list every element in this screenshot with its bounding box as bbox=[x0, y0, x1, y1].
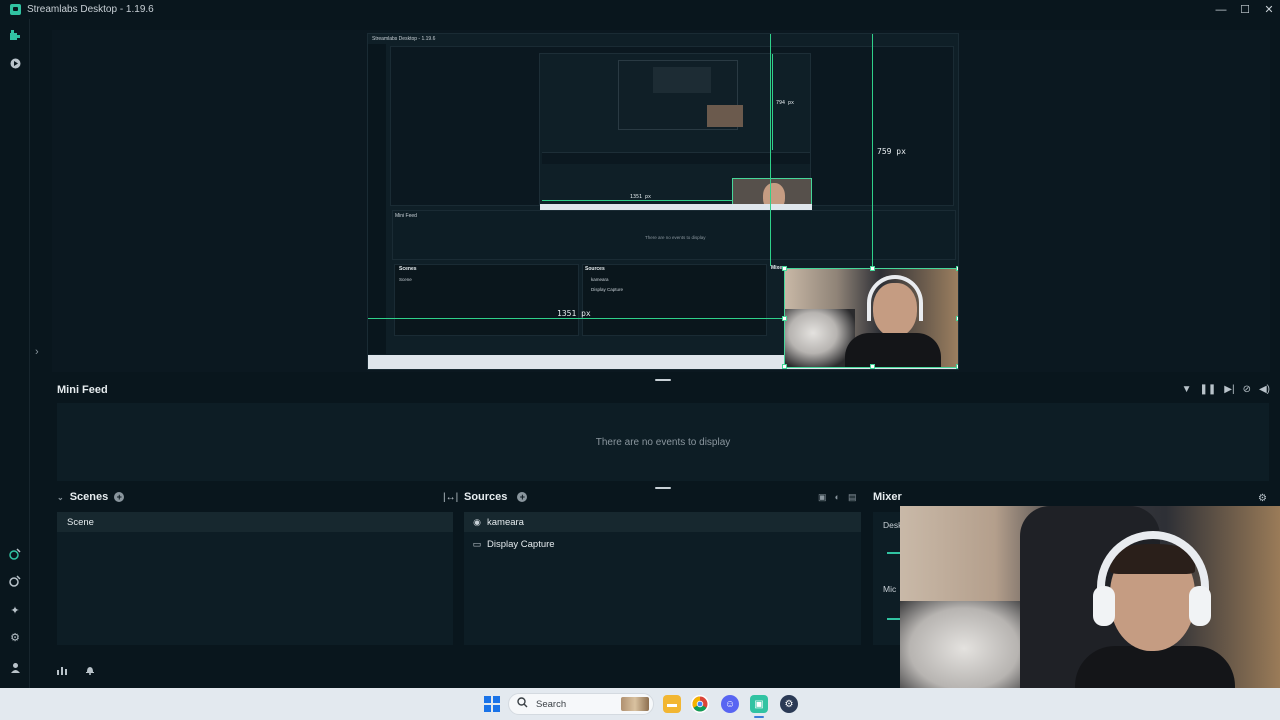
minifeed-resize-handle[interactable] bbox=[655, 487, 671, 489]
source-properties-icon[interactable]: ◐ bbox=[835, 492, 840, 503]
volume-icon[interactable]: ◀) bbox=[1259, 384, 1270, 395]
nested-sources: Sources kameara Display Capture bbox=[582, 264, 767, 336]
user-profile-icon[interactable] bbox=[8, 660, 22, 674]
pause-icon[interactable]: ❚❚ bbox=[1200, 384, 1217, 395]
deep-nested-preview bbox=[618, 60, 743, 130]
performance-stats-icon[interactable] bbox=[57, 665, 67, 678]
title-bar: Streamlabs Desktop - 1.19.6 — ☐ ✕ bbox=[0, 0, 1280, 19]
search-placeholder: Search bbox=[536, 698, 567, 710]
mixer-channel-mic: Mic bbox=[883, 584, 897, 594]
desktop-volume-meter[interactable] bbox=[887, 552, 901, 554]
resize-handle-tl[interactable] bbox=[782, 266, 787, 271]
scenes-title: Scenes bbox=[69, 491, 109, 503]
scenes-list: Scene bbox=[57, 512, 453, 645]
resize-handle-bl[interactable] bbox=[782, 364, 787, 369]
sources-toolbar: ▣ ◐ ▤ bbox=[818, 492, 856, 503]
sources-list: ◉ kameara ▭ Display Capture bbox=[464, 512, 861, 645]
preview-resize-handle[interactable] bbox=[655, 379, 671, 381]
add-scene-button[interactable]: + bbox=[114, 492, 125, 502]
resize-handle-t[interactable] bbox=[870, 266, 875, 271]
active-app-indicator bbox=[754, 716, 764, 718]
play-icon[interactable] bbox=[8, 56, 22, 70]
source-item-kameara[interactable]: ◉ kameara bbox=[464, 512, 861, 532]
nested-window-title: Streamlabs Desktop - 1.19.6 bbox=[372, 36, 436, 42]
search-icon bbox=[517, 697, 528, 711]
vertical-guide bbox=[872, 34, 873, 266]
minimize-button[interactable]: — bbox=[1210, 0, 1232, 19]
resize-handle-r[interactable] bbox=[956, 316, 958, 321]
nested-leftnav bbox=[368, 44, 386, 354]
horizontal-guide bbox=[368, 318, 784, 319]
steam-icon[interactable]: ⚙ bbox=[780, 695, 798, 713]
mixer-title: Mixer bbox=[873, 491, 902, 503]
footer-toolbar bbox=[57, 665, 95, 678]
resize-handle-b[interactable] bbox=[870, 364, 875, 369]
mute-alerts-icon[interactable]: ⊘ bbox=[1243, 384, 1251, 395]
nested-scenes: Scenes Scene bbox=[394, 264, 579, 336]
skip-icon[interactable]: ▶| bbox=[1224, 384, 1234, 395]
scene-item[interactable]: Scene bbox=[57, 512, 453, 532]
mixer-settings-gear-icon[interactable]: ⚙ bbox=[1258, 493, 1267, 504]
chrome-icon[interactable] bbox=[691, 695, 709, 713]
source-item-display-capture[interactable]: ▭ Display Capture bbox=[464, 534, 861, 554]
source-label: kameara bbox=[487, 516, 524, 528]
notifications-bell-icon[interactable] bbox=[85, 665, 95, 678]
selected-webcam-source[interactable] bbox=[784, 268, 958, 368]
apps-icon[interactable] bbox=[8, 574, 22, 588]
group-icon[interactable]: ▣ bbox=[818, 492, 827, 503]
window-controls: — ☐ ✕ bbox=[1208, 0, 1280, 19]
sources-title: Sources bbox=[464, 491, 508, 503]
collapse-chevron-icon[interactable]: ⌄ bbox=[57, 493, 64, 502]
editor-icon[interactable] bbox=[8, 29, 22, 43]
mixer-panel: Desk Mic bbox=[873, 512, 903, 645]
nested-preview: 794 px 1351 px bbox=[390, 46, 954, 224]
minifeed-panel: There are no events to display bbox=[57, 403, 1269, 481]
display-capture-preview[interactable]: Streamlabs Desktop - 1.19.6 794 px 1351 … bbox=[367, 33, 959, 370]
resize-handle-tr[interactable] bbox=[956, 266, 958, 271]
measure-width-label: 1351 px bbox=[557, 309, 591, 318]
minifeed-empty-text: There are no events to display bbox=[595, 436, 731, 448]
resize-handle-l[interactable] bbox=[782, 316, 787, 321]
stream-preview[interactable]: Streamlabs Desktop - 1.19.6 794 px 1351 … bbox=[52, 30, 1270, 372]
search-highlight-icon bbox=[621, 697, 649, 711]
scene-label: Scene bbox=[67, 516, 94, 528]
scene-transitions-icon[interactable]: |↔| bbox=[443, 492, 458, 503]
sources-header: Sources + bbox=[464, 491, 528, 503]
settings-gear-icon[interactable]: ⚙ bbox=[8, 630, 22, 644]
scenes-header: ⌄ Scenes + bbox=[57, 491, 125, 503]
mixer-header: Mixer bbox=[873, 491, 902, 503]
resize-handle-br[interactable] bbox=[956, 364, 958, 369]
filter-icon[interactable]: ▼ bbox=[1182, 384, 1192, 395]
expand-chevron-icon[interactable]: › bbox=[35, 346, 39, 358]
streamlabs-logo-icon bbox=[10, 4, 21, 15]
window-title: Streamlabs Desktop - 1.19.6 bbox=[27, 4, 154, 15]
nested-measure-width: 1351 px bbox=[630, 194, 652, 200]
folder-icon[interactable]: ▤ bbox=[848, 492, 857, 503]
minifeed-toolbar: ▼ ❚❚ ▶| ⊘ ◀) bbox=[1182, 384, 1270, 395]
add-source-button[interactable]: + bbox=[517, 492, 528, 502]
minifeed-title: Mini Feed bbox=[57, 384, 108, 396]
nested-measure-height: 794 px bbox=[776, 100, 795, 106]
taskbar-search[interactable]: Search bbox=[508, 693, 654, 715]
file-explorer-icon[interactable]: ▬ bbox=[663, 695, 681, 713]
maximize-button[interactable]: ☐ bbox=[1234, 0, 1256, 19]
discord-icon[interactable]: ☺ bbox=[721, 695, 739, 713]
left-navigation: ✦ ⚙ bbox=[0, 19, 30, 688]
ai-sparkle-icon[interactable]: ✦ bbox=[8, 603, 22, 617]
webcam-icon: ◉ bbox=[473, 517, 481, 527]
streamlabs-taskbar-icon[interactable]: ▣ bbox=[750, 695, 768, 713]
source-label: Display Capture bbox=[487, 538, 555, 550]
theme-icon[interactable] bbox=[8, 547, 22, 561]
monitor-icon: ▭ bbox=[472, 539, 482, 549]
mic-volume-meter[interactable] bbox=[887, 618, 901, 620]
windows-start-icon[interactable] bbox=[484, 696, 500, 712]
measure-height-label: 759 px bbox=[877, 147, 906, 156]
close-button[interactable]: ✕ bbox=[1258, 0, 1280, 19]
